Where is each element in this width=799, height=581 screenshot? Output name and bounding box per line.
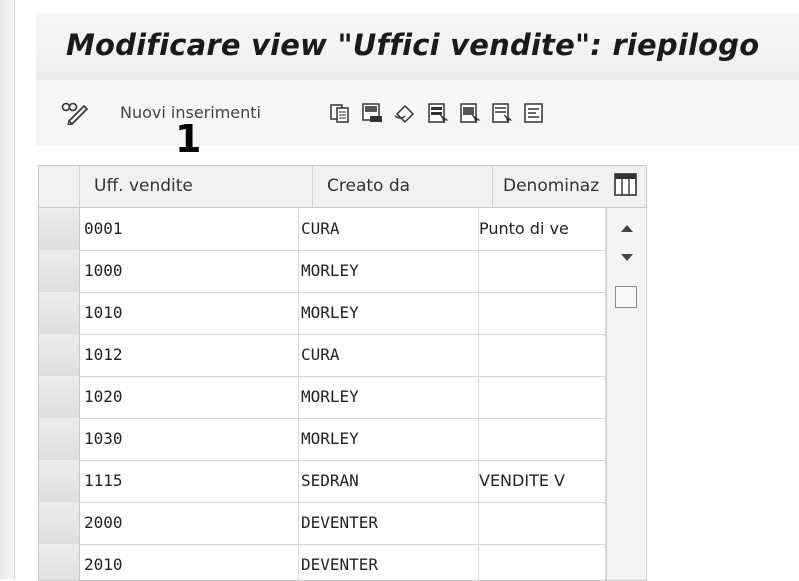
row-selector[interactable] (39, 376, 80, 418)
cell-creato-da[interactable]: MORLEY (299, 418, 479, 460)
cell-denominazione[interactable]: Punto di ve (479, 208, 606, 250)
cell-uff-vendite[interactable]: 1030 (80, 418, 299, 460)
cell-uff-vendite[interactable]: 1000 (80, 250, 299, 292)
left-window-edge (0, 0, 15, 579)
row-selector[interactable] (39, 334, 80, 376)
cell-uff-vendite[interactable]: 2000 (80, 502, 299, 544)
copy-icon[interactable] (326, 100, 354, 126)
table-row[interactable]: 1020 MORLEY (39, 376, 606, 419)
cell-denominazione[interactable] (479, 376, 606, 418)
cell-uff-vendite[interactable]: 0001 (80, 208, 299, 250)
scroll-down-icon[interactable] (607, 244, 646, 272)
cell-creato-da[interactable]: MORLEY (299, 292, 479, 334)
cell-creato-da[interactable]: MORLEY (299, 250, 479, 292)
page-title: Modificare view "Uffici vendite": riepil… (66, 28, 760, 62)
vertical-scrollbar[interactable] (606, 208, 646, 580)
cell-denominazione[interactable] (479, 292, 606, 334)
cell-uff-vendite[interactable]: 1115 (80, 460, 299, 502)
table-row[interactable]: 0001 CURA Punto di ve (39, 208, 606, 251)
cell-creato-da[interactable]: MORLEY (299, 376, 479, 418)
details-icon[interactable] (520, 100, 548, 126)
toolbar: Nuovi inserimenti (36, 80, 799, 146)
cell-denominazione[interactable] (479, 250, 606, 292)
table-row[interactable]: 1010 MORLEY (39, 292, 606, 335)
header-row-selector[interactable] (39, 166, 80, 208)
row-selector[interactable] (39, 502, 80, 544)
column-header-uff-vendite[interactable]: Uff. vendite (80, 166, 313, 208)
table-row[interactable]: 1000 MORLEY (39, 250, 606, 293)
cell-creato-da[interactable]: SEDRAN (299, 460, 479, 502)
table-row[interactable]: 2000 DEVENTER (39, 502, 606, 545)
row-selector[interactable] (39, 208, 80, 250)
cell-denominazione[interactable]: VENDITE V (479, 460, 606, 502)
scroll-thumb[interactable] (615, 286, 637, 308)
table-row[interactable]: 2010 DEVENTER (39, 544, 606, 580)
cell-uff-vendite[interactable]: 2010 (80, 544, 299, 580)
cell-uff-vendite[interactable]: 1020 (80, 376, 299, 418)
column-config-icon[interactable] (614, 173, 638, 197)
cell-creato-da[interactable]: DEVENTER (299, 544, 479, 580)
cell-uff-vendite[interactable]: 1010 (80, 292, 299, 334)
column-header-creato-da[interactable]: Creato da (313, 166, 493, 208)
callout-number: 1 (175, 117, 202, 161)
cell-creato-da[interactable]: CURA (299, 334, 479, 376)
cell-creato-da[interactable]: DEVENTER (299, 502, 479, 544)
cell-denominazione[interactable] (479, 544, 606, 580)
column-header-denominazione[interactable]: Denominaz (493, 166, 616, 208)
title-bar: Modificare view "Uffici vendite": riepil… (36, 14, 799, 81)
deselect-icon[interactable] (488, 100, 516, 126)
cell-denominazione[interactable] (479, 418, 606, 460)
cell-denominazione[interactable] (479, 334, 606, 376)
cell-uff-vendite[interactable]: 1012 (80, 334, 299, 376)
row-selector[interactable] (39, 460, 80, 502)
cell-denominazione[interactable] (479, 502, 606, 544)
row-selector[interactable] (39, 544, 80, 580)
data-table: Uff. vendite Creato da Denominaz 0001 CUR… (38, 165, 647, 581)
scroll-up-icon[interactable] (607, 214, 646, 242)
save-variant-icon[interactable] (358, 100, 386, 126)
undo-icon[interactable] (390, 100, 420, 126)
select-all-icon[interactable] (424, 100, 452, 126)
row-selector[interactable] (39, 250, 80, 292)
row-selector[interactable] (39, 292, 80, 334)
table-row[interactable]: 1030 MORLEY (39, 418, 606, 461)
cell-creato-da[interactable]: CURA (299, 208, 479, 250)
table-row[interactable]: 1012 CURA (39, 334, 606, 377)
pencil-glasses-icon[interactable] (58, 100, 92, 126)
select-block-icon[interactable] (456, 100, 484, 126)
table-row[interactable]: 1115 SEDRAN VENDITE V (39, 460, 606, 503)
row-selector[interactable] (39, 418, 80, 460)
